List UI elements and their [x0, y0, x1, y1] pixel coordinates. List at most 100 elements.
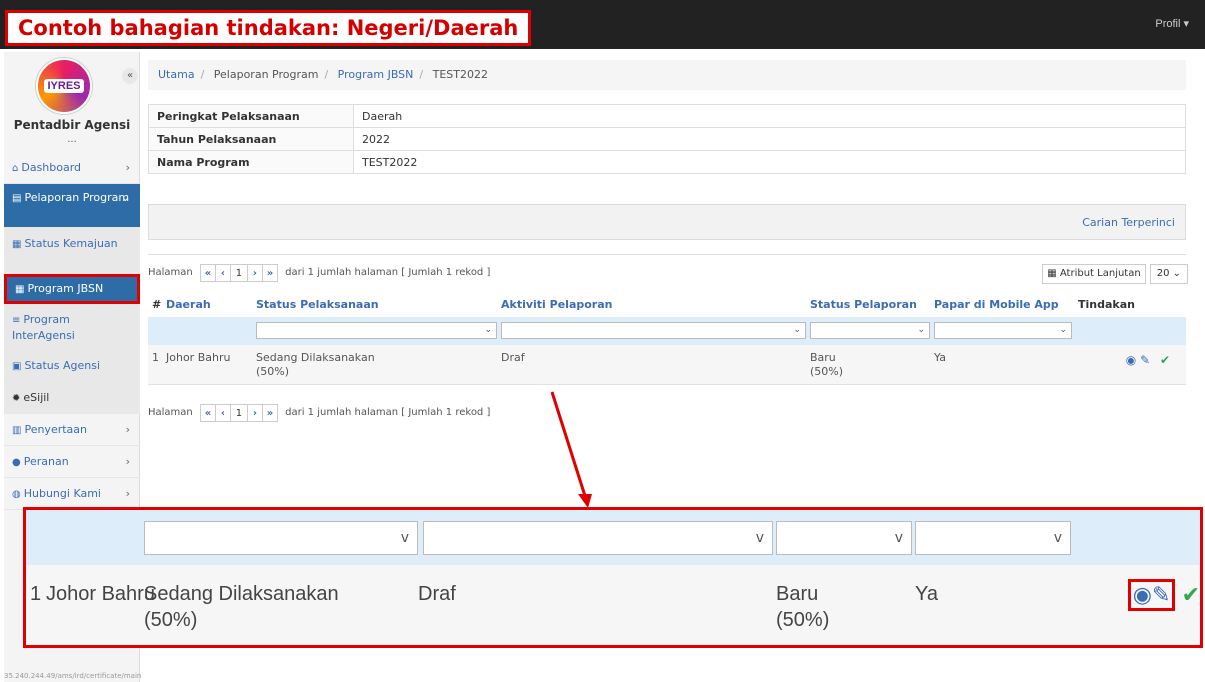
- sidebar-item-hubungi-kami[interactable]: ◍ Hubungi Kami ›: [4, 478, 140, 510]
- zoom-filter-row: v v v v: [26, 510, 1200, 565]
- home-icon: ⌂: [12, 163, 19, 174]
- pager-top: Halaman «‹ 1 ›» dari 1 jumlah halaman [ Ju…: [148, 264, 490, 282]
- zoom-cell-papar: Ya: [915, 583, 938, 605]
- sidebar-item-label: Program InterAgensi: [12, 313, 75, 342]
- edit-icon[interactable]: ✎: [1152, 582, 1170, 607]
- grid-icon: ▦: [1047, 268, 1060, 279]
- filter-papar[interactable]: ⌄: [934, 322, 1072, 339]
- clipboard-icon: ▥: [12, 425, 22, 436]
- sidebar-item-esijil[interactable]: ✹ eSijil: [4, 382, 140, 414]
- filter-status-pelaporan[interactable]: ⌄: [810, 322, 930, 339]
- approve-icon[interactable]: ✔: [1160, 353, 1170, 367]
- chevron-right-icon: ›: [125, 455, 130, 468]
- breadcrumb-program-jbsn[interactable]: Program JBSN: [338, 68, 414, 81]
- id-card-icon: ▣: [12, 361, 22, 372]
- next-page-button[interactable]: ›: [246, 264, 263, 282]
- col-header-num: #: [152, 298, 162, 311]
- advanced-attributes-button[interactable]: ▦ Atribut Lanjutan: [1042, 264, 1146, 284]
- program-info-table: Peringkat Pelaksanaan Daerah Tahun Pelaks…: [148, 104, 1186, 174]
- zoom-table-row: 1 Johor Bahru Sedang Dilaksanakan (50%) …: [26, 565, 1200, 645]
- filter-status-pelaksanaan[interactable]: ⌄: [256, 322, 497, 339]
- cell-status-pelaporan-pct: (50%): [810, 365, 844, 378]
- info-key: Peringkat Pelaksanaan: [148, 104, 354, 128]
- edit-icon[interactable]: ✎: [1140, 353, 1150, 367]
- next-page-button[interactable]: ›: [246, 404, 263, 422]
- col-header-status-pelaporan[interactable]: Status Pelaporan: [810, 298, 917, 311]
- sidebar-item-pelaporan-program[interactable]: ▤ Pelaporan Program ⌄: [4, 184, 140, 228]
- sidebar-item-peranan[interactable]: ● Peranan ›: [4, 446, 140, 478]
- sidebar-item-program-jbsn[interactable]: ▦ Program JBSN: [4, 274, 140, 304]
- user-icon: ●: [12, 457, 21, 468]
- sidebar-item-dashboard[interactable]: ⌂ Dashboard ›: [4, 152, 140, 184]
- sidebar-nav: ⌂ Dashboard › ▤ Pelaporan Program ⌄ ▦ Status …: [4, 152, 140, 510]
- approve-icon[interactable]: ✔: [1182, 582, 1200, 607]
- info-key: Nama Program: [148, 150, 354, 174]
- info-value: TEST2022: [353, 150, 1186, 174]
- zoom-cell-aktiviti: Draf: [418, 583, 456, 605]
- info-value: Daerah: [353, 104, 1186, 128]
- highlighted-actions: ◉✎: [1127, 579, 1176, 611]
- zoom-cell-num: 1: [30, 583, 42, 605]
- pager-label: Halaman: [148, 267, 193, 278]
- filter-aktiviti[interactable]: ⌄: [501, 322, 806, 339]
- prev-page-button[interactable]: ‹: [214, 404, 231, 422]
- col-header-status-pelaksanaan[interactable]: Status Pelaksanaan: [256, 298, 379, 311]
- view-icon[interactable]: ◉: [1133, 582, 1152, 607]
- chat-icon: ◍: [12, 489, 21, 500]
- sidebar-item-program-interagensi[interactable]: ≡ Program InterAgensi: [4, 304, 140, 350]
- last-page-button[interactable]: »: [261, 264, 278, 282]
- page-input[interactable]: 1: [229, 404, 248, 422]
- advanced-attributes-label: Atribut Lanjutan: [1059, 268, 1141, 279]
- zoom-filter-status-pelaporan[interactable]: v: [776, 521, 912, 555]
- grid-filter-row: ⌄ ⌄ ⌄ ⌄: [148, 317, 1186, 345]
- collapse-sidebar-button[interactable]: «: [122, 68, 138, 84]
- chevron-down-icon: ⌄: [120, 191, 130, 204]
- zoom-filter-status-pelaksanaan[interactable]: v: [144, 521, 418, 555]
- table-icon: ▦: [15, 284, 25, 295]
- search-panel: Carian Terperinci: [148, 204, 1186, 240]
- info-key: Tahun Pelaksanaan: [148, 127, 354, 151]
- sidebar-item-label: Dashboard: [21, 161, 82, 174]
- callout-title: Contoh bahagian tindakan: Negeri/Daerah: [5, 10, 532, 46]
- view-icon[interactable]: ◉: [1126, 353, 1136, 367]
- first-page-button[interactable]: «: [199, 264, 216, 282]
- zoom-cell-status-pelaksanaan-pct: (50%): [144, 609, 198, 631]
- arrow-head: [578, 494, 592, 508]
- profile-menu[interactable]: Profil ▾: [1155, 17, 1189, 30]
- cell-daerah: Johor Bahru: [166, 351, 231, 364]
- advanced-attributes: ▦ Atribut Lanjutan 20 ⌄: [1042, 264, 1188, 284]
- status-bar-url: 35.240.244.49/ams/ird/certificate/main: [4, 672, 142, 680]
- cell-status-pelaksanaan-pct: (50%): [256, 365, 290, 378]
- col-header-tindakan: Tindakan: [1078, 298, 1135, 311]
- pager-summary: dari 1 jumlah halaman [ Jumlah 1 rekod ]: [285, 267, 491, 278]
- last-page-button[interactable]: »: [261, 404, 278, 422]
- cell-status-pelaporan: Baru: [810, 351, 836, 364]
- prev-page-button[interactable]: ‹: [214, 264, 231, 282]
- zoom-cell-status-pelaporan-pct: (50%): [776, 609, 830, 631]
- advanced-search-link[interactable]: Carian Terperinci: [1082, 216, 1175, 229]
- sidebar-item-status-agensi[interactable]: ▣ Status Agensi: [4, 350, 140, 382]
- sidebar-item-status-kemajuan[interactable]: ▦ Status Kemajuan: [4, 228, 140, 274]
- page-input[interactable]: 1: [229, 264, 248, 282]
- col-header-daerah[interactable]: Daerah: [166, 298, 211, 311]
- grid-header: # Daerah Status Pelaksanaan Aktiviti Pel…: [148, 295, 1186, 317]
- page-size-select[interactable]: 20 ⌄: [1149, 264, 1188, 284]
- zoom-filter-papar[interactable]: v: [915, 521, 1071, 555]
- zoom-cell-daerah: Johor Bahru: [46, 583, 155, 605]
- zoom-row-actions: ◉✎ ✔: [1127, 579, 1200, 611]
- badge-icon: ✹: [12, 393, 21, 404]
- zoom-filter-aktiviti[interactable]: v: [423, 521, 773, 555]
- first-page-button[interactable]: «: [199, 404, 216, 422]
- agency-name: Pentadbir Agensi: [13, 118, 131, 132]
- sidebar-item-label: eSijil: [23, 391, 50, 404]
- col-header-aktiviti[interactable]: Aktiviti Pelaporan: [501, 298, 612, 311]
- divider: [148, 254, 1186, 255]
- breadcrumb-utama[interactable]: Utama: [158, 68, 195, 81]
- sidebar-item-label: Program JBSN: [27, 282, 104, 295]
- doc-icon: ▤: [12, 193, 22, 204]
- zoomed-row-callout: v v v v 1 Johor Bahru Sedang Dilaksanaka…: [23, 507, 1203, 648]
- list-icon: ≡: [12, 315, 21, 326]
- col-header-papar[interactable]: Papar di Mobile App: [934, 298, 1059, 311]
- zoom-cell-status-pelaksanaan: Sedang Dilaksanakan: [144, 583, 339, 605]
- sidebar-item-penyertaan[interactable]: ▥ Penyertaan ›: [4, 414, 140, 446]
